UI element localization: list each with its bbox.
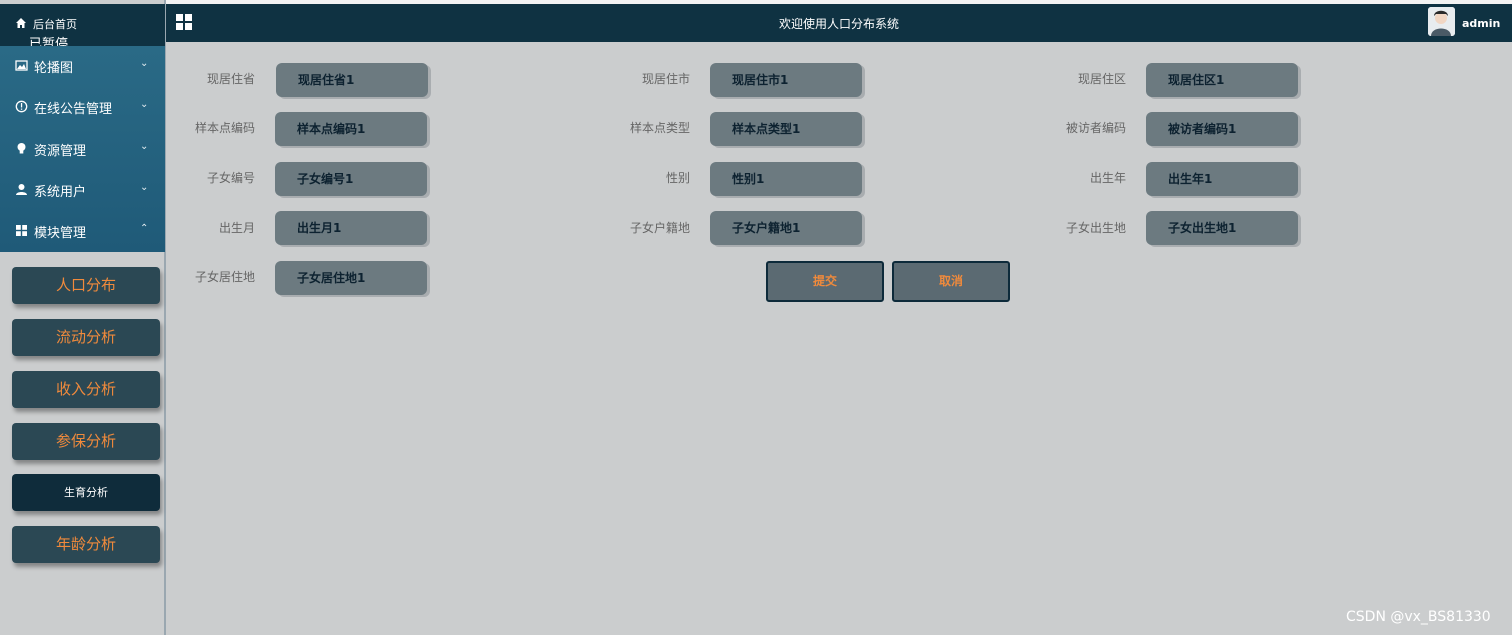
page-title: 欢迎使用人口分布系统 [778, 17, 899, 31]
lightbulb-icon [17, 143, 26, 154]
sidebar-item-label: 资源管理 [34, 144, 87, 159]
image-icon [15, 60, 28, 71]
avatar-image [1428, 7, 1455, 36]
field-label: 子女户籍地 [629, 221, 690, 235]
input-gender[interactable]: 性别1 [710, 162, 862, 196]
submenu-age-analysis[interactable]: 年龄分析 [12, 526, 160, 563]
home-icon [16, 18, 26, 28]
field-label: 子女出生地 [1065, 221, 1126, 235]
chevron-down-icon: ⌄ [140, 58, 149, 69]
input-child-number[interactable]: 子女编号1 [275, 162, 427, 196]
sidebar-item-modules[interactable]: 模块管理 ⌃ [0, 211, 165, 252]
top-header: 欢迎使用人口分布系统 admin [166, 4, 1512, 42]
sidebar-menu: 轮播图 ⌄ 在线公告管理 ⌄ 资源管理 ⌄ 系统用户 ⌄ 模块管理 ⌃ [0, 46, 165, 252]
submenu-population-distribution[interactable]: 人口分布 [12, 267, 160, 304]
home-label: 后台首页 [33, 18, 77, 31]
home-link[interactable]: 后台首页 已暂停 [0, 4, 165, 52]
sidebar-item-label: 系统用户 [34, 185, 87, 200]
sidebar-item-announcements[interactable]: 在线公告管理 ⌄ [0, 87, 165, 128]
input-respondent-code[interactable]: 被访者编码1 [1146, 112, 1298, 146]
field-label: 子女编号 [206, 171, 255, 185]
sidebar-item-system-users[interactable]: 系统用户 ⌄ [0, 170, 165, 211]
grid-icon [16, 225, 27, 236]
sidebar: 后台首页 已暂停 轮播图 ⌄ 在线公告管理 ⌄ 资源管理 ⌄ 系统用户 ⌄ 模块… [0, 0, 166, 635]
avatar[interactable] [1428, 7, 1455, 36]
input-sample-point-code[interactable]: 样本点编码1 [275, 112, 427, 146]
input-birth-year[interactable]: 出生年1 [1146, 162, 1298, 196]
field-label: 性别 [665, 171, 690, 185]
sidebar-item-carousel[interactable]: 轮播图 ⌄ [0, 46, 165, 87]
chevron-down-icon: ⌄ [140, 182, 149, 193]
submenu-income-analysis[interactable]: 收入分析 [12, 371, 160, 408]
username[interactable]: admin [1462, 17, 1500, 30]
input-current-city[interactable]: 现居住市1 [710, 63, 862, 97]
field-label: 样本点编码 [194, 121, 255, 135]
field-label: 样本点类型 [629, 121, 690, 135]
field-label: 出生年 [1089, 171, 1126, 185]
sidebar-item-label: 在线公告管理 [34, 102, 113, 117]
input-current-province[interactable]: 现居住省1 [276, 63, 428, 97]
field-label: 现居住区 [1077, 72, 1126, 86]
input-child-residence[interactable]: 子女居住地1 [275, 261, 427, 295]
field-label: 被访者编码 [1065, 121, 1126, 135]
submenu-insurance-analysis[interactable]: 参保分析 [12, 423, 160, 460]
input-current-district[interactable]: 现居住区1 [1146, 63, 1298, 97]
input-child-household-place[interactable]: 子女户籍地1 [710, 211, 862, 245]
chevron-down-icon: ⌄ [140, 99, 149, 110]
input-birth-month[interactable]: 出生月1 [275, 211, 427, 245]
info-circle-icon [15, 100, 28, 113]
submenu-mobility-analysis[interactable]: 流动分析 [12, 319, 160, 356]
submit-button[interactable]: 提交 [766, 261, 884, 302]
field-label: 出生月 [218, 221, 255, 235]
field-label: 子女居住地 [194, 270, 255, 284]
sidebar-item-resources[interactable]: 资源管理 ⌄ [0, 129, 165, 170]
watermark: CSDN @vx_BS81330 [1346, 609, 1491, 625]
cancel-button[interactable]: 取消 [892, 261, 1010, 302]
submenu-fertility-analysis[interactable]: 生育分析 [12, 474, 160, 511]
chevron-up-icon: ⌃ [140, 223, 149, 234]
chevron-down-icon: ⌄ [140, 141, 149, 152]
input-sample-point-type[interactable]: 样本点类型1 [710, 112, 862, 146]
user-icon [16, 184, 27, 195]
sidebar-item-label: 轮播图 [34, 61, 74, 76]
input-child-birthplace[interactable]: 子女出生地1 [1146, 211, 1298, 245]
sidebar-item-label: 模块管理 [34, 226, 87, 241]
field-label: 现居住省 [206, 72, 255, 86]
field-label: 现居住市 [641, 72, 690, 86]
